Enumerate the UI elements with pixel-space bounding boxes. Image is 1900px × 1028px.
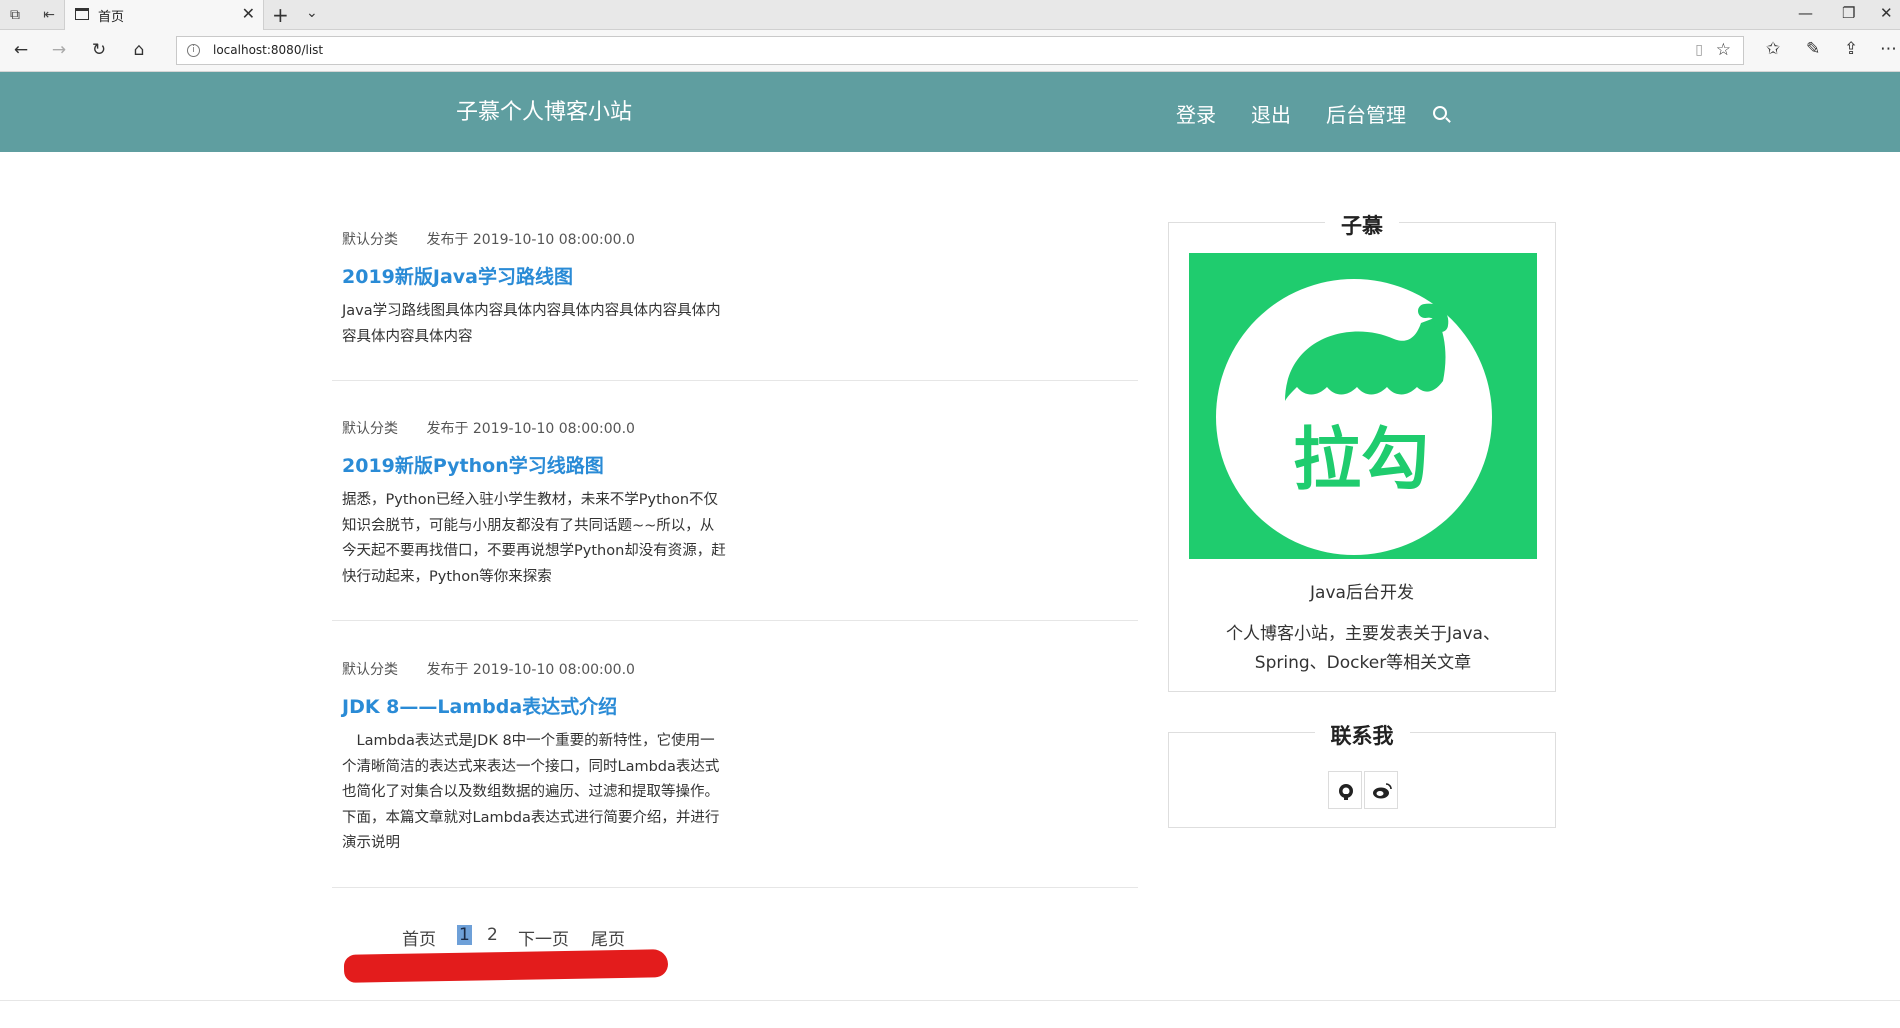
lagou-logo-graphic: 拉勾 — [1216, 279, 1492, 555]
logo-text: 拉勾 — [1293, 421, 1429, 500]
profile-subtitle: Java后台开发 — [1310, 583, 1414, 603]
profile-name: 子慕 — [1325, 214, 1399, 238]
contact-title: 联系我 — [1314, 724, 1410, 748]
article-item: 默认分类 发布于 2019-10-10 08:00:00.0 2019新版Jav… — [332, 215, 1138, 381]
article-date: 发布于 2019-10-10 08:00:00.0 — [426, 662, 635, 678]
pager-next-link[interactable]: 下一页 — [518, 925, 569, 950]
article-summary: Lambda表达式是JDK 8中一个重要的新特性，它使用一个清晰简洁的表达式来表… — [342, 733, 720, 851]
site-title[interactable]: 子慕个人博客小站 — [456, 94, 632, 126]
restore-icon[interactable]: ❐ — [1842, 4, 1855, 22]
article-title-link[interactable]: 2019新版Python学习线路图 — [342, 451, 604, 478]
tab-home[interactable]: 首页 ✕ — [64, 0, 264, 30]
new-tab-icon[interactable]: + — [272, 3, 289, 27]
address-url[interactable]: localhost:8080/list — [213, 43, 323, 57]
contact-panel-title: 联系我 — [1169, 720, 1555, 750]
article-title-link[interactable]: 2019新版Java学习路线图 — [342, 262, 573, 289]
article-meta: 默认分类 发布于 2019-10-10 08:00:00.0 — [342, 418, 635, 438]
article-summary: Java学习路线图具体内容具体内容具体内容具体内容具体内容具体内容具体内容 — [342, 303, 721, 345]
set-aside-tabs-icon[interactable]: ⇤ — [38, 5, 60, 25]
article-meta: 默认分类 发布于 2019-10-10 08:00:00.0 — [342, 229, 635, 249]
lagou-logo: 拉勾 — [1189, 253, 1537, 559]
article-item: 默认分类 发布于 2019-10-10 08:00:00.0 2019新版Pyt… — [332, 404, 1138, 621]
back-icon[interactable]: ← — [10, 40, 32, 60]
close-window-icon[interactable]: ✕ — [1880, 4, 1893, 22]
pager-first-link[interactable]: 首页 — [402, 925, 436, 950]
browser-nav-bar: ← → ↻ ⌂ i localhost:8080/list ▯ ☆ ✩ ✎ ⇪ … — [0, 30, 1900, 72]
pager-page-current[interactable]: 1 — [457, 925, 472, 945]
weibo-button[interactable] — [1364, 771, 1398, 809]
github-button[interactable] — [1328, 771, 1362, 809]
profile-panel-title: 子慕 — [1169, 210, 1555, 240]
search-icon[interactable] — [1433, 106, 1447, 120]
pager-page-link[interactable]: 2 — [487, 925, 498, 945]
site-header: 子慕个人博客小站 登录 退出 后台管理 — [0, 72, 1900, 152]
minimize-icon[interactable]: — — [1798, 4, 1813, 22]
nav-logout-link[interactable]: 退出 — [1251, 99, 1291, 128]
article-summary: 据悉，Python已经入驻小学生教材，未来不学Python不仅知识会脱节，可能与… — [342, 492, 726, 585]
info-icon[interactable]: i — [187, 44, 200, 57]
refresh-icon[interactable]: ↻ — [88, 40, 110, 60]
reading-view-icon[interactable]: ▯ — [1695, 42, 1703, 58]
article-category[interactable]: 默认分类 — [342, 232, 398, 248]
footer-divider — [0, 1000, 1900, 1001]
address-bar[interactable]: i localhost:8080/list ▯ ☆ — [176, 36, 1744, 65]
article-category[interactable]: 默认分类 — [342, 421, 398, 437]
page-icon — [75, 8, 89, 20]
article-date: 发布于 2019-10-10 08:00:00.0 — [426, 421, 635, 437]
forward-icon[interactable]: → — [48, 40, 70, 60]
article-date: 发布于 2019-10-10 08:00:00.0 — [426, 232, 635, 248]
contact-panel: 联系我 — [1168, 724, 1556, 828]
nav-admin-link[interactable]: 后台管理 — [1326, 99, 1406, 128]
favorites-icon[interactable]: ✩ — [1766, 39, 1780, 59]
profile-panel: 子慕 拉勾 Java后台开发 个人博客小站，主要发表关于Java、Spring、… — [1168, 214, 1556, 692]
github-icon — [1339, 784, 1353, 800]
chevron-down-icon[interactable]: ⌄ — [306, 5, 318, 21]
red-annotation-stroke — [343, 949, 669, 983]
close-tab-icon[interactable]: ✕ — [242, 4, 255, 23]
pager-last-link[interactable]: 尾页 — [591, 925, 625, 950]
more-icon[interactable]: ⋯ — [1880, 39, 1897, 59]
article-meta: 默认分类 发布于 2019-10-10 08:00:00.0 — [342, 659, 635, 679]
share-icon[interactable]: ⇪ — [1844, 39, 1858, 59]
browser-tab-bar: ⧉ ⇤ 首页 ✕ + ⌄ — ❐ ✕ — [0, 0, 1900, 30]
favorite-star-icon[interactable]: ☆ — [1716, 40, 1731, 60]
pen-icon[interactable]: ✎ — [1806, 39, 1820, 59]
tab-actions-icon[interactable]: ⧉ — [4, 5, 26, 25]
home-icon[interactable]: ⌂ — [128, 40, 150, 60]
tab-title: 首页 — [98, 10, 125, 25]
profile-description: 个人博客小站，主要发表关于Java、Spring、Docker等相关文章 — [1226, 624, 1500, 673]
article-item: 默认分类 发布于 2019-10-10 08:00:00.0 JDK 8——La… — [332, 645, 1138, 888]
nav-login-link[interactable]: 登录 — [1176, 99, 1216, 128]
article-title-link[interactable]: JDK 8——Lambda表达式介绍 — [342, 692, 617, 719]
weibo-icon — [1373, 783, 1392, 799]
article-category[interactable]: 默认分类 — [342, 662, 398, 678]
